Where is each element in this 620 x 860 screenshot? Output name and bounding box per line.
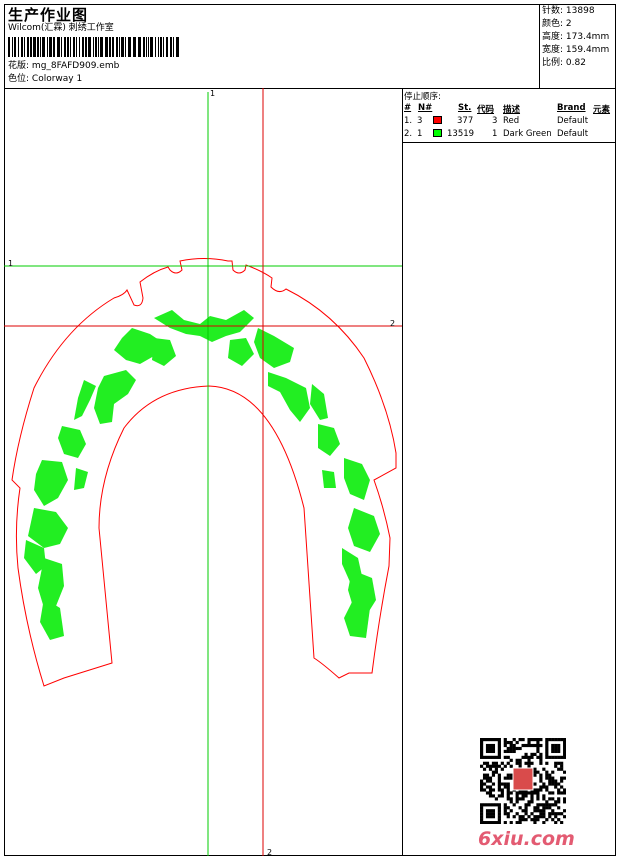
col-num: # bbox=[404, 103, 412, 113]
stats-divider bbox=[539, 4, 540, 88]
table-divider bbox=[402, 142, 616, 143]
guide-label-v1: 1 bbox=[210, 89, 216, 98]
col-elements: 元素 bbox=[593, 105, 611, 115]
design-label: 花版: bbox=[8, 61, 30, 71]
embroidery-fill bbox=[24, 310, 380, 640]
design-file: mg_8FAFD909.emb bbox=[31, 61, 120, 71]
col-code: 代码 bbox=[477, 105, 495, 115]
stat-scale: 比例: 0.82 bbox=[542, 58, 586, 68]
design-preview bbox=[4, 88, 402, 856]
watermark-logo: 6xiu.com bbox=[478, 828, 575, 850]
page-title: 生产作业图 bbox=[8, 6, 89, 24]
guide-label-h1: 1 bbox=[8, 259, 14, 268]
panel-divider bbox=[402, 88, 403, 856]
qr-code bbox=[480, 738, 566, 824]
colorway-value: Colorway 1 bbox=[31, 74, 83, 84]
colorway-label: 色位: bbox=[8, 74, 30, 84]
color-swatch-green bbox=[433, 129, 442, 137]
stat-colors: 颜色: 2 bbox=[542, 19, 572, 29]
company-name: Wilcom(汇霖) 刺绣工作室 bbox=[8, 23, 114, 33]
guide-label-h2: 2 bbox=[390, 319, 396, 328]
stat-width: 宽度: 159.4mm bbox=[542, 45, 610, 55]
guide-label-v2: 2 bbox=[267, 848, 273, 857]
col-n: N# bbox=[418, 103, 433, 113]
col-brand: Brand bbox=[557, 103, 586, 113]
col-st: St. bbox=[458, 103, 472, 113]
color-swatch-red bbox=[433, 116, 442, 124]
stat-stitches: 针数: 13898 bbox=[542, 6, 595, 16]
colorway-row: 色位: Colorway 1 bbox=[8, 74, 82, 85]
stat-height: 高度: 173.4mm bbox=[542, 32, 610, 42]
stop-sequence-title: 停止顺序: bbox=[404, 92, 441, 102]
design-row: 花版: mg_8FAFD909.emb bbox=[8, 61, 119, 72]
col-desc: 描述 bbox=[503, 105, 521, 115]
barcode bbox=[8, 37, 179, 57]
